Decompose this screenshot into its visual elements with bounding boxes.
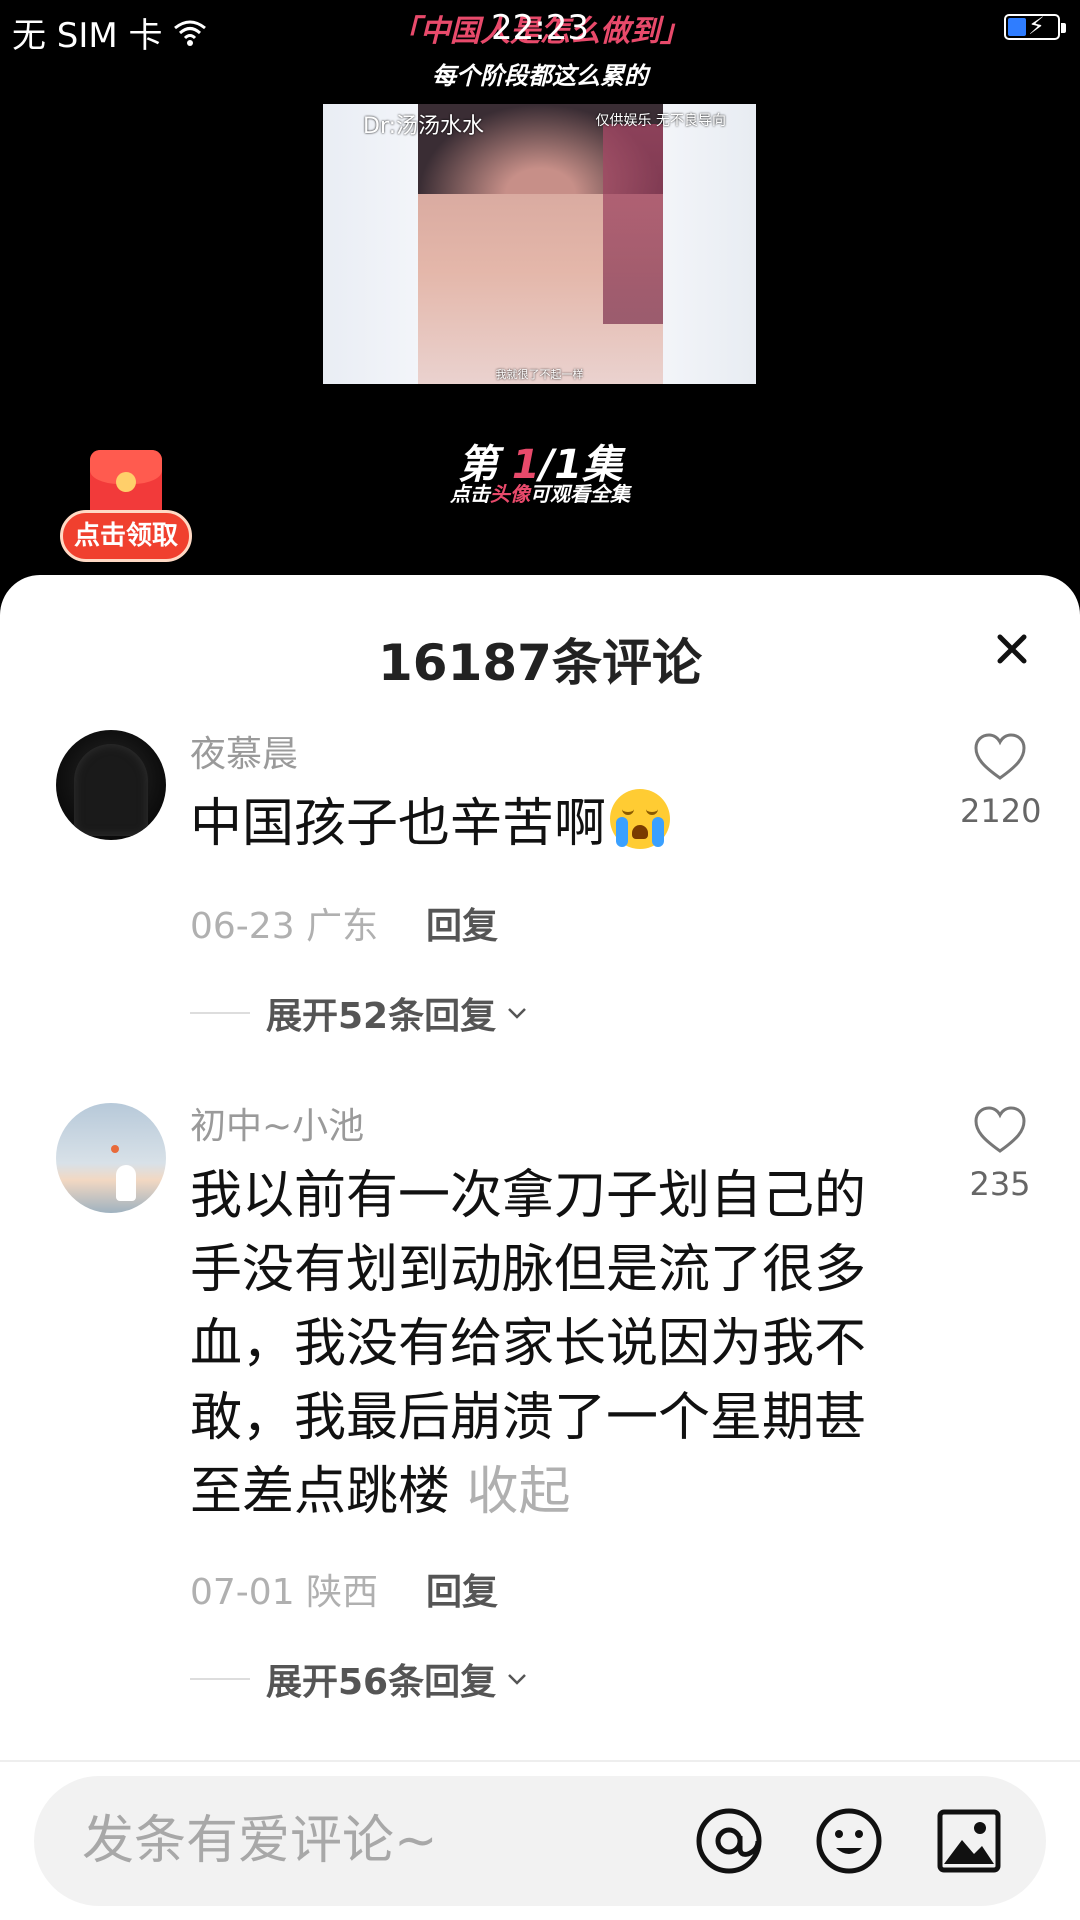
chevron-down-icon [508,1674,526,1685]
video-watermark: Dr:汤汤水水 [363,114,485,139]
comment-text[interactable]: 我以前有一次拿刀子划自己的手没有划到动脉但是流了很多血，我没有给家长说因为我不敢… [190,1159,890,1529]
heart-icon [974,1106,1026,1153]
emoji-icon[interactable] [814,1806,884,1876]
at-mention-icon[interactable] [694,1806,764,1876]
status-bar: 无 SIM 卡 22:23 ⚡ [0,0,1080,56]
video-frame[interactable]: Dr:汤汤水水 仅供娱乐 无不良导向 我就很了不起一样 [323,104,756,384]
collapse-button[interactable]: 收起 [467,1462,571,1522]
comment-meta: 07-01 陕西 [190,1572,379,1613]
comment-text[interactable]: 中国孩子也辛苦啊 [190,787,890,861]
battery-icon: ⚡ [1004,12,1066,40]
video-person [418,104,663,384]
expand-replies-button[interactable]: 展开52条回复 [190,987,528,1039]
expand-replies-button[interactable]: 展开56条回复 [190,1653,528,1705]
divider [0,1760,1080,1762]
comment-input[interactable]: 发条有爱评论~ [34,1776,1046,1906]
clock: 22:23 [491,8,589,48]
like-button[interactable]: 235 [960,1105,1040,1203]
reply-button[interactable]: 回复 [426,897,498,949]
red-packet-button[interactable]: 点击领取 [58,446,194,570]
video-disclaimer: 仅供娱乐 无不良导向 [595,113,726,129]
comments-sheet: 16187条评论 夜慕晨 中国孩子也辛苦啊 06-23 广东 回复 展开52条回… [0,575,1080,1920]
avatar[interactable] [56,730,166,840]
comment-input-placeholder: 发条有爱评论~ [82,1811,438,1871]
video-caption: 我就很了不起一样 [495,368,584,381]
like-count: 235 [969,1165,1031,1203]
reply-button[interactable]: 回复 [426,1563,498,1615]
comment-meta: 06-23 广东 [190,906,379,947]
like-button[interactable]: 2120 [960,732,1042,830]
image-icon[interactable] [934,1806,1004,1876]
comment-username[interactable]: 初中~小池 [190,1097,364,1149]
video-subtitle: 每个阶段都这么累的 [432,62,648,90]
like-count: 2120 [960,792,1042,830]
close-icon[interactable] [988,625,1036,673]
heart-icon [974,733,1026,780]
red-packet-label: 点击领取 [60,510,192,562]
avatar[interactable] [56,1103,166,1213]
chevron-down-icon [508,1008,526,1019]
comments-title: 16187条评论 [378,634,702,692]
comment-username[interactable]: 夜慕晨 [190,725,298,777]
crying-emoji-icon [610,789,671,849]
